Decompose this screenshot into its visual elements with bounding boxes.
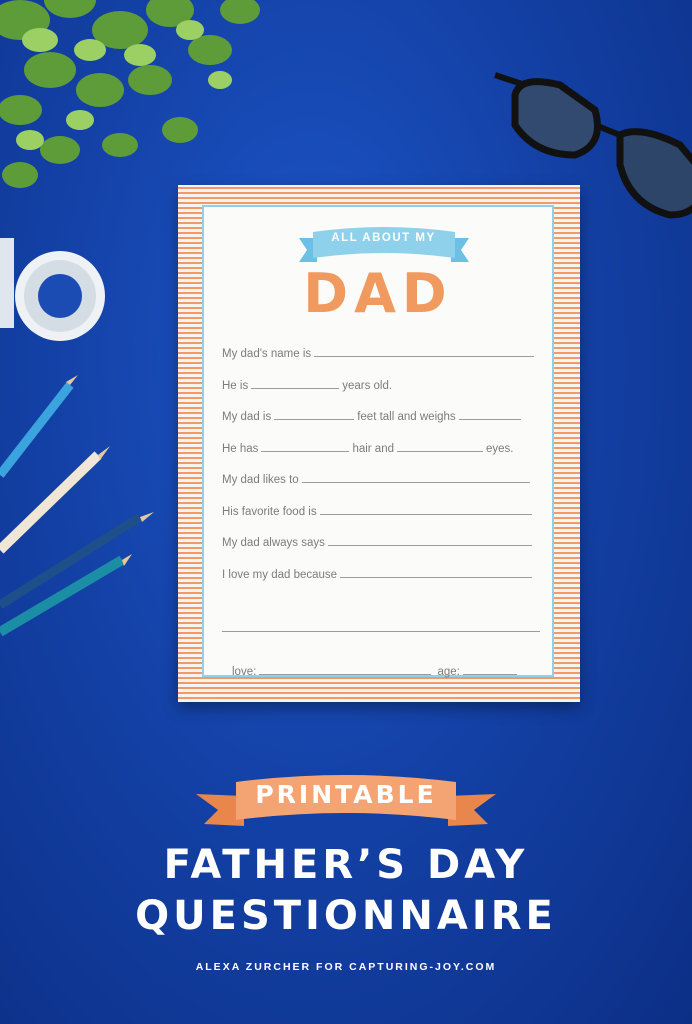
printable-card: ALL ABOUT MY DAD My dad's name is He is y… xyxy=(178,185,580,702)
questionnaire-lines: My dad's name is He is years old. My dad … xyxy=(222,345,542,597)
age-blank xyxy=(462,663,517,675)
answer-blank xyxy=(251,377,340,389)
question-text: feet tall and weighs xyxy=(357,411,456,423)
answer-blank xyxy=(340,566,533,578)
colored-pencils xyxy=(0,375,154,637)
question-row: My dad always says xyxy=(222,534,542,566)
answer-blank xyxy=(327,534,532,546)
answer-blank xyxy=(301,471,530,483)
question-row: My dad is feet tall and weighs xyxy=(222,408,542,440)
question-text: He is xyxy=(222,379,249,392)
question-text: He has xyxy=(222,442,259,455)
answer-blank xyxy=(261,440,350,452)
love-label: love: xyxy=(232,666,257,678)
question-text: I love my dad because xyxy=(222,568,338,581)
question-row: My dad's name is xyxy=(222,345,542,377)
question-row: His favorite food is xyxy=(222,503,542,535)
answer-blank xyxy=(397,440,483,452)
age-label: age: xyxy=(437,666,460,678)
question-text: His favorite food is xyxy=(222,505,317,518)
question-text: My dad is xyxy=(222,411,272,423)
answer-blank-full xyxy=(222,631,540,632)
question-row: My dad likes to xyxy=(222,471,542,503)
tape-roll xyxy=(0,238,105,341)
credit-line: ALEXA ZURCHER FOR CAPTURING-JOY.COM xyxy=(195,961,497,973)
love-blank xyxy=(259,663,432,675)
answer-blank xyxy=(314,345,535,357)
answer-blank xyxy=(458,408,521,420)
question-text: My dad likes to xyxy=(222,474,299,486)
question-text: eyes. xyxy=(486,442,514,455)
ribbon-text: PRINTABLE xyxy=(255,780,437,809)
answer-blank xyxy=(319,503,532,515)
question-text: hair and xyxy=(352,442,394,455)
answer-blank xyxy=(274,408,355,420)
card-banner-text: ALL ABOUT MY xyxy=(331,232,436,244)
question-text: My dad always says xyxy=(222,537,325,549)
card-inner: ALL ABOUT MY DAD My dad's name is He is y… xyxy=(202,205,554,678)
question-row: He is years old. xyxy=(222,377,542,409)
headline-line2: QUESTIONNAIRE xyxy=(135,893,557,939)
signature-row: love: age: xyxy=(232,663,520,678)
card-title: DAD xyxy=(303,262,453,325)
question-row: He has hair and eyes. xyxy=(222,440,542,472)
headline-line1: FATHER’S DAY xyxy=(163,842,529,888)
question-text: My dad's name is xyxy=(222,348,312,360)
question-row: I love my dad because xyxy=(222,566,542,598)
question-text: years old. xyxy=(342,379,393,392)
